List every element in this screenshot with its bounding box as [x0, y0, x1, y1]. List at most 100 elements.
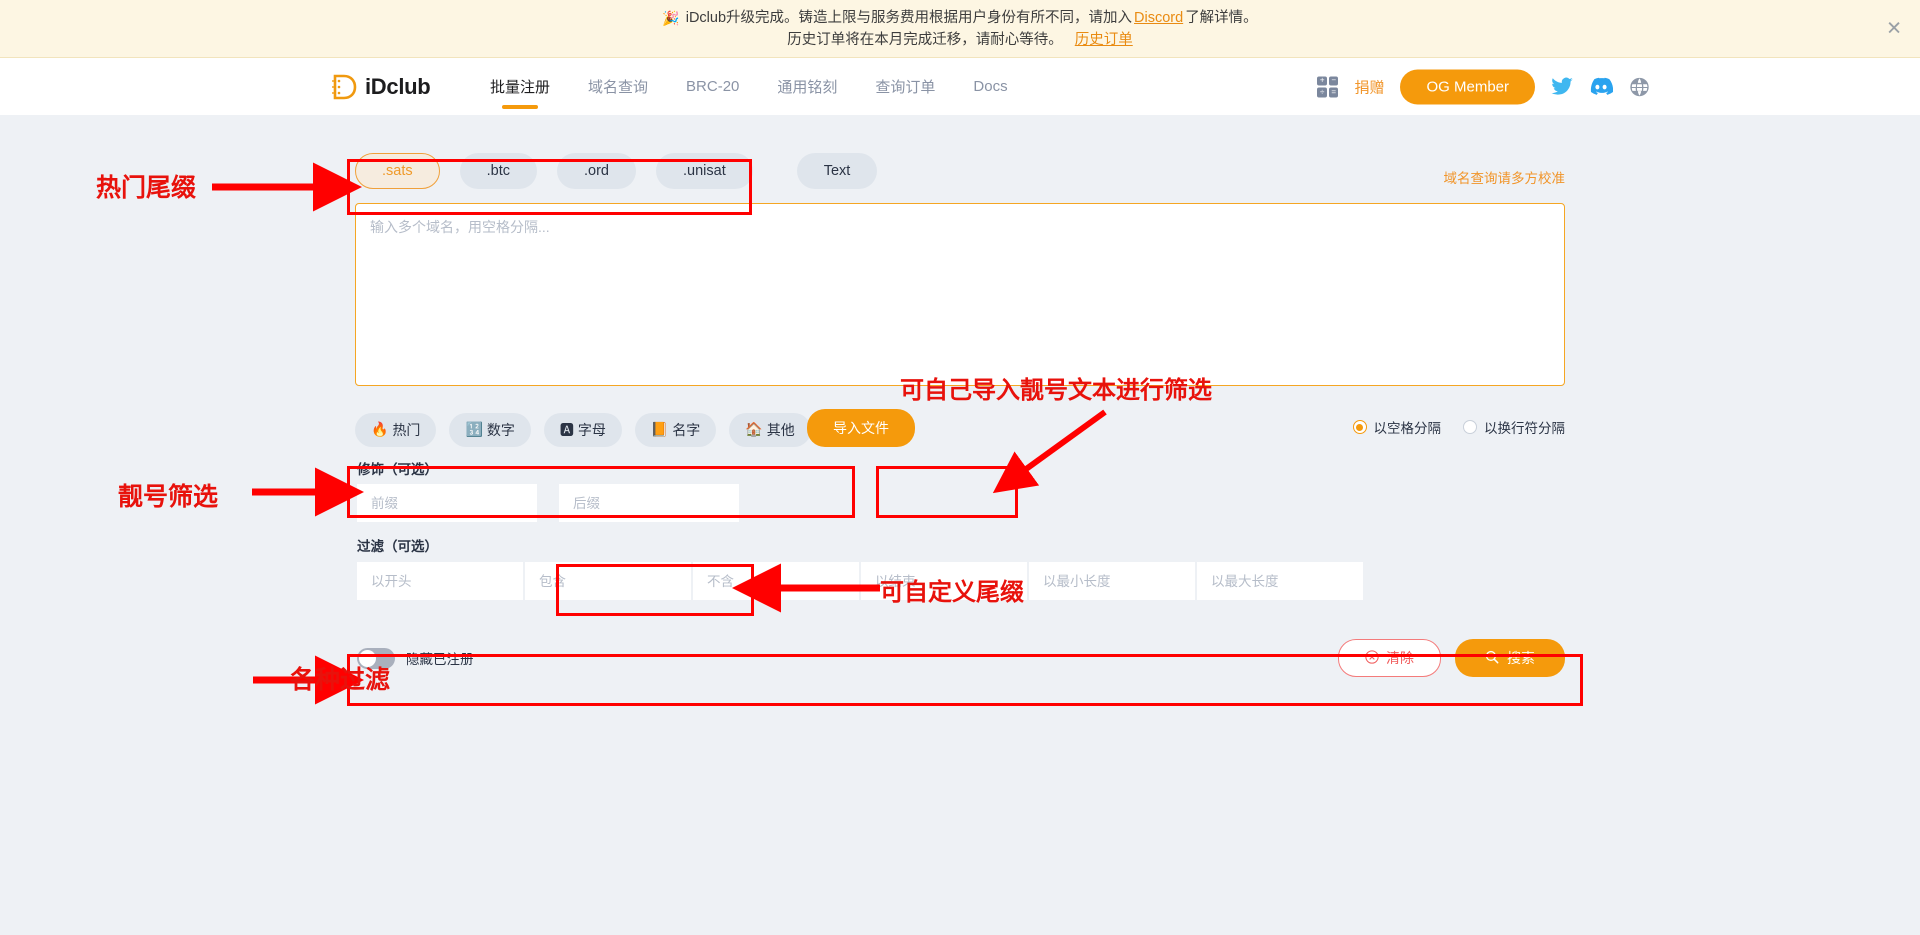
nav-label: 域名查询	[588, 79, 649, 96]
radio-dot-selected	[1352, 420, 1367, 434]
announcement-banner: 🎉 iDclub升级完成。铸造上限与服务费用根据用户身份有所不同，请加入 Dis…	[0, 0, 1920, 58]
search-icon	[1485, 650, 1499, 667]
domain-input-wrap	[355, 203, 1565, 391]
text-tab-label: Text	[823, 163, 851, 179]
donate-link[interactable]: 捐赠	[1354, 76, 1384, 97]
suffix-chip-unisat[interactable]: .unisat	[656, 153, 753, 189]
radio-space-separated[interactable]: 以空格分隔	[1352, 417, 1442, 437]
pattern-label: 数字	[486, 422, 515, 438]
og-member-button[interactable]: OG Member	[1400, 69, 1535, 104]
pattern-label: 其他	[766, 422, 795, 438]
suffix-chip-ord[interactable]: .ord	[557, 153, 636, 189]
domain-textarea[interactable]	[355, 203, 1565, 386]
pattern-chip-others[interactable]: 🏠 其他	[729, 413, 811, 447]
nav-label: 批量注册	[490, 79, 551, 96]
calc-cell-equals: =	[1328, 87, 1339, 97]
prefix-input[interactable]	[357, 484, 537, 522]
house-icon: 🏠	[745, 422, 763, 438]
suffix-label: .sats	[382, 163, 413, 179]
search-label: 搜索	[1507, 650, 1535, 666]
modifier-inputs	[357, 484, 739, 522]
contains-input[interactable]	[525, 562, 691, 600]
radio-label: 以换行符分隔	[1484, 421, 1565, 436]
pattern-label: 名字	[672, 422, 701, 438]
nav-label: Docs	[973, 78, 1008, 95]
site-header: iDclub 批量注册 域名查询 BRC-20 通用铭刻 查询订单 Docs +…	[0, 58, 1920, 115]
radio-dot-unselected	[1463, 420, 1477, 434]
pattern-chip-letters[interactable]: 🅰 字母	[543, 413, 622, 447]
pattern-label: 字母	[577, 422, 606, 438]
clear-label: 清除	[1386, 650, 1414, 666]
banner-line-1: 🎉 iDclub升级完成。铸造上限与服务费用根据用户身份有所不同，请加入 Dis…	[662, 8, 1257, 28]
calc-cell-plus: +	[1317, 76, 1327, 86]
banner-line-2: 历史订单将在本月完成迁移，请耐心等待。 历史订单	[787, 30, 1133, 50]
nav-item-general-inscribe[interactable]: 通用铭刻	[777, 58, 837, 115]
radio-label: 以空格分隔	[1373, 421, 1442, 436]
twitter-icon[interactable]	[1551, 77, 1573, 96]
banner-text-2: 历史订单将在本月完成迁移，请耐心等待。	[787, 31, 1063, 48]
not-contains-input[interactable]	[693, 562, 859, 600]
bottom-action-bar: 隐藏已注册 清除 搜索	[357, 639, 1565, 677]
pattern-chip-hot[interactable]: 🔥 热门	[355, 413, 437, 447]
numbers-icon: 🔢	[465, 422, 483, 438]
nav-label: BRC-20	[686, 78, 740, 95]
nav-item-query-orders[interactable]: 查询订单	[875, 58, 935, 115]
import-file-button[interactable]: 导入文件	[807, 409, 915, 447]
book-icon: 📙	[650, 422, 669, 438]
filter-section-label: 过滤（可选）	[357, 539, 438, 554]
toggle-label: 隐藏已注册	[406, 652, 474, 667]
pattern-label: 热门	[392, 422, 421, 438]
idclub-logo-icon	[330, 73, 358, 101]
globe-icon[interactable]	[1629, 76, 1650, 97]
logo[interactable]: iDclub	[330, 73, 431, 101]
suffix-input[interactable]	[559, 484, 739, 522]
nav-label: 查询订单	[875, 79, 936, 96]
header-actions: + − ÷ = 捐赠 OG Member	[1317, 69, 1650, 104]
suffix-tabs: .sats .btc .ord .unisat Text	[355, 153, 878, 189]
suffix-label: .ord	[584, 163, 609, 179]
banner-text-1a: iDclub升级完成。铸造上限与服务费用根据用户身份有所不同，请加入	[685, 9, 1133, 26]
pattern-filter-chips: 🔥 热门 🔢 数字 🅰 字母 📙 名字 🏠 其他	[355, 413, 811, 447]
suffix-chip-sats[interactable]: .sats	[355, 153, 440, 189]
page-root: 🎉 iDclub升级完成。铸造上限与服务费用根据用户身份有所不同，请加入 Dis…	[0, 0, 1920, 935]
calc-cell-minus: −	[1328, 76, 1339, 86]
nav-item-domain-search[interactable]: 域名查询	[588, 58, 648, 115]
radio-newline-separated[interactable]: 以换行符分隔	[1463, 417, 1565, 437]
clear-circle-icon	[1365, 649, 1379, 667]
suffix-chip-btc[interactable]: .btc	[459, 153, 537, 189]
text-tab[interactable]: Text	[796, 153, 878, 189]
discord-icon[interactable]	[1589, 77, 1613, 96]
calculator-icon[interactable]: + − ÷ =	[1317, 76, 1339, 97]
modifier-section-label: 修饰（可选）	[357, 462, 438, 477]
main-area: .sats .btc .ord .unisat Text 域名查询请多方校准 输…	[0, 115, 1920, 935]
logo-text: iDclub	[365, 73, 431, 99]
import-file-wrap: 导入文件	[807, 409, 915, 447]
history-orders-link[interactable]: 历史订单	[1075, 30, 1133, 50]
max-length-input[interactable]	[1197, 562, 1363, 600]
starts-with-input[interactable]	[357, 562, 523, 600]
discord-link[interactable]: Discord	[1134, 8, 1183, 28]
nav-item-docs[interactable]: Docs	[973, 58, 1007, 115]
suffix-label: .unisat	[683, 163, 726, 179]
min-length-input[interactable]	[1029, 562, 1195, 600]
search-button[interactable]: 搜索	[1455, 639, 1565, 677]
nav-item-brc20[interactable]: BRC-20	[686, 58, 739, 115]
toggle-knob	[359, 649, 376, 667]
close-icon[interactable]: ✕	[1886, 19, 1902, 38]
calc-cell-divide: ÷	[1317, 87, 1327, 97]
nav-label: 通用铭刻	[777, 79, 838, 96]
hide-registered-toggle-wrap[interactable]: 隐藏已注册	[357, 647, 474, 669]
pattern-chip-names[interactable]: 📙 名字	[634, 413, 717, 447]
pattern-chip-numbers[interactable]: 🔢 数字	[449, 413, 531, 447]
nav-item-batch-register[interactable]: 批量注册	[490, 58, 550, 115]
filter-inputs	[357, 562, 1363, 600]
letter-a-icon: 🅰	[559, 423, 574, 439]
hide-registered-toggle[interactable]	[357, 647, 395, 669]
suffix-label: .btc	[486, 163, 510, 179]
separator-radio-group: 以空格分隔 以换行符分隔	[1352, 417, 1565, 437]
banner-text-1b: 了解详情。	[1185, 9, 1258, 26]
action-buttons: 清除 搜索	[1338, 639, 1565, 677]
calibration-hint-link[interactable]: 域名查询请多方校准	[1444, 167, 1566, 187]
clear-button[interactable]: 清除	[1338, 639, 1441, 677]
ends-with-input[interactable]	[861, 562, 1027, 600]
